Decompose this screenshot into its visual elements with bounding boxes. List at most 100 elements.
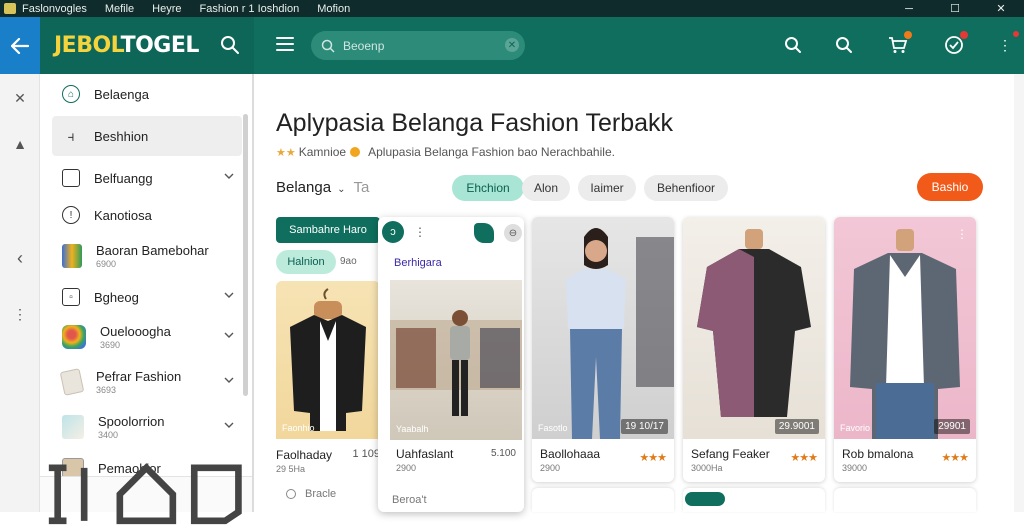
product-card-next[interactable] — [532, 488, 674, 512]
filter-chip[interactable]: Alon — [522, 175, 570, 201]
menu-item[interactable]: Mefile — [105, 3, 134, 15]
rating-stars-icon: ★★★ — [790, 452, 818, 464]
filter-chip-active[interactable]: Ehchion — [452, 175, 524, 201]
sidebar-item-active[interactable]: ⫞ Beshhion — [52, 116, 242, 156]
clipboard-icon[interactable] — [181, 459, 252, 530]
sidebar-item-count: 3690 — [100, 340, 121, 350]
more-icon[interactable]: ⋮ — [414, 225, 426, 239]
pin-icon[interactable]: ▲ — [0, 136, 40, 152]
filter-chip[interactable]: Iaimer — [578, 175, 636, 201]
tag-chip[interactable]: Halnion — [276, 250, 336, 274]
sidebar-item-label: Belfuangg — [94, 170, 153, 186]
product-popover-card[interactable]: ↄ ⋮ ⊖ Berhigara Yaabalh Uahfaslant 2900 … — [378, 217, 524, 512]
cta-button[interactable]: Bashio — [917, 173, 983, 201]
clear-search-icon[interactable]: ✕ — [505, 38, 519, 52]
search-input[interactable] — [343, 38, 493, 53]
product-image-tag: Fasotlo — [538, 423, 568, 433]
product-card-next[interactable] — [834, 488, 976, 512]
home-icon[interactable] — [111, 459, 182, 530]
sidebar-item[interactable]: Spoolorrion 3400 — [52, 407, 242, 447]
featured-tag-button[interactable]: Sambahre Haro — [276, 217, 380, 243]
product-price: 2900 — [396, 463, 417, 473]
menu-item[interactable]: Faslonvogles — [22, 3, 87, 15]
chevron-down-icon: ⌄ — [337, 184, 346, 195]
product-image-tag: Faonhio — [282, 423, 315, 433]
sidebar-scrollbar[interactable] — [243, 114, 248, 396]
sidebar-item[interactable]: Belfuangg — [52, 158, 242, 198]
product-card-next[interactable] — [683, 488, 825, 512]
rating-stars-icon: ★★★ — [639, 452, 667, 464]
menu-item[interactable]: Heyre — [152, 3, 181, 15]
search-icon[interactable] — [782, 34, 804, 56]
search-icon — [286, 489, 296, 499]
window-menu: Faslonvogles Mefile Heyre Fashion r 1 Io… — [22, 3, 368, 15]
window-controls: ─ ☐ ✕ — [886, 0, 1024, 17]
menu-item[interactable]: Mofion — [317, 3, 350, 15]
product-card[interactable]: Faonhio Faolhaday 29 5Ha 1 109 — [276, 281, 380, 481]
sidebar-item-label: Belaenga — [94, 86, 149, 102]
cart-icon[interactable] — [887, 31, 912, 56]
more-icon[interactable]: ⋮ — [956, 227, 968, 241]
sidebar-item[interactable]: ▫ Bgheog — [52, 277, 242, 317]
product-badge: 29.9001 — [774, 419, 819, 434]
window-titlebar: Faslonvogles Mefile Heyre Fashion r 1 Io… — [0, 0, 1024, 17]
chevron-down-icon[interactable] — [224, 171, 234, 181]
category-dropdown[interactable]: Belanga ⌄ Ta — [276, 179, 369, 196]
chevron-down-icon[interactable] — [224, 330, 234, 340]
brush-icon — [62, 415, 84, 439]
folder-icon — [62, 169, 80, 187]
sidebar-item-label: Spoolorrion — [98, 414, 165, 429]
product-price: 3000Ha — [691, 463, 723, 473]
dress-image — [697, 229, 811, 417]
secondary-search[interactable]: Bracle — [276, 484, 376, 504]
sidebar-item-label: Baoran Bamebohar — [96, 243, 209, 258]
product-badge: 19 10/17 — [621, 419, 668, 434]
search-icon[interactable] — [220, 35, 240, 55]
sidebar-item[interactable]: Ouelooogha 3690 — [52, 317, 242, 357]
menu-item[interactable]: Fashion r 1 Ioshdion — [200, 3, 300, 15]
product-image: Favorio 29901 ⋮ — [834, 217, 976, 439]
home-icon: ⌂ — [62, 85, 80, 103]
product-card[interactable]: Fasotlo 19 10/17 Baollohaaa 2900 ★★★ — [532, 217, 674, 482]
sidebar-item[interactable]: Baoran Bamebohar 6900 — [52, 236, 242, 276]
sidebar-item[interactable]: ⌂ Belaenga — [52, 74, 242, 114]
chevron-left-icon[interactable]: ‹ — [0, 248, 40, 269]
document-icon — [59, 368, 85, 396]
back-button[interactable] — [0, 17, 40, 74]
chevron-down-icon[interactable] — [224, 420, 234, 430]
zoom-icon[interactable] — [833, 34, 855, 56]
leaf-badge-icon[interactable] — [474, 223, 494, 243]
filter-chip[interactable]: Behenfioor — [644, 175, 728, 201]
columns-icon[interactable] — [40, 459, 111, 530]
refresh-icon[interactable]: ↄ — [382, 221, 404, 243]
product-name: Faolhaday — [276, 448, 333, 462]
more-icon[interactable]: ⋮ — [994, 31, 1019, 56]
close-icon[interactable]: ⊖ — [504, 224, 522, 242]
search-bar[interactable]: ✕ — [311, 31, 525, 60]
rating-stars-icon: ★★ — [276, 146, 296, 159]
more-vertical-icon[interactable]: ⋮ — [0, 306, 40, 323]
sidebar-item[interactable]: Pefrar Fashion 3693 — [52, 362, 242, 402]
main-scrollbar[interactable] — [1014, 74, 1024, 512]
brand-logo[interactable]: JEBOLTOGEL — [54, 33, 199, 58]
popover-label: Berhigara — [394, 257, 442, 269]
woman-jeans-image — [566, 228, 674, 439]
sidebar-item[interactable]: ! Kanotiosa — [52, 195, 242, 235]
product-card[interactable]: Favorio 29901 ⋮ Rob bmalona 39000 ★★★ — [834, 217, 976, 482]
chevron-down-icon[interactable] — [224, 375, 234, 385]
product-name: Baollohaaa — [540, 447, 601, 461]
close-icon[interactable]: ✕ — [0, 90, 40, 107]
menu-icon[interactable] — [276, 37, 294, 53]
minimize-button[interactable]: ─ — [886, 0, 932, 17]
product-image-tag: Favorio — [840, 423, 871, 433]
chevron-down-icon[interactable] — [224, 290, 234, 300]
maximize-button[interactable]: ☐ — [932, 0, 978, 17]
product-price: 29 5Ha — [276, 464, 306, 474]
product-image: Faonhio — [276, 281, 380, 439]
blazer-image — [850, 229, 960, 439]
check-circle-icon[interactable] — [943, 31, 968, 56]
close-window-button[interactable]: ✕ — [978, 0, 1024, 17]
subtitle-prefix: Kamnioe — [298, 145, 347, 159]
product-card[interactable]: 29.9001 Sefang Feaker 3000Ha ★★★ — [683, 217, 825, 482]
sidebar-item-label: Kanotiosa — [94, 207, 152, 223]
